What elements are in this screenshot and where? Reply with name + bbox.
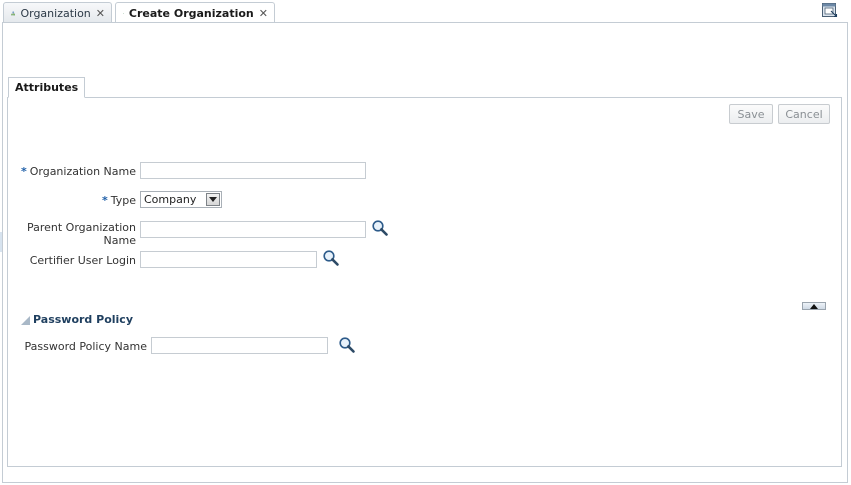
type-label: * Type <box>10 194 136 207</box>
parent-org-label-line1: Parent Organization <box>26 221 136 234</box>
magnifier-icon[interactable] <box>371 219 389 237</box>
password-policy-name-input[interactable] <box>151 337 328 354</box>
required-marker: * <box>101 194 108 207</box>
collapse-button[interactable] <box>802 302 826 310</box>
close-icon[interactable]: ✕ <box>96 7 105 20</box>
disclosure-triangle-icon[interactable] <box>20 315 30 325</box>
document-tab-bar: Organization ✕ Create Organization ✕ <box>0 0 851 24</box>
save-button[interactable]: Save <box>729 104 773 124</box>
triangle-up-icon <box>810 303 818 309</box>
password-policy-name-label: Password Policy Name <box>24 340 147 353</box>
type-select[interactable]: Company <box>140 191 222 208</box>
org-name-label: * Organization Name <box>10 165 136 178</box>
splitter-handle[interactable] <box>0 232 2 252</box>
required-marker: * <box>20 165 27 178</box>
parent-org-label-line2: Name <box>103 234 136 247</box>
close-icon[interactable]: ✕ <box>259 7 268 20</box>
type-select-value: Company <box>144 193 197 206</box>
organization-name-input[interactable] <box>140 162 366 179</box>
tab-organization-label: Organization <box>20 6 91 20</box>
password-policy-title: Password Policy <box>33 313 133 326</box>
magnifier-icon[interactable] <box>338 336 356 354</box>
parent-org-label: Parent Organization Name <box>10 221 136 247</box>
tab-attributes[interactable]: Attributes <box>8 77 86 98</box>
password-policy-header[interactable]: Password Policy <box>20 313 133 326</box>
tab-attributes-label: Attributes <box>15 81 79 94</box>
tab-organization[interactable]: Organization ✕ <box>3 2 112 23</box>
tab-create-organization-label: Create Organization <box>128 7 254 20</box>
type-label-text: Type <box>110 194 136 207</box>
tab-create-organization[interactable]: Create Organization ✕ <box>115 2 275 24</box>
attributes-panel <box>7 97 842 467</box>
certifier-label: Certifier User Login <box>29 254 136 267</box>
organization-icon <box>123 13 124 14</box>
org-name-label-text: Organization Name <box>29 165 136 178</box>
maximize-icon[interactable] <box>821 2 838 19</box>
cancel-button[interactable]: Cancel <box>778 104 830 124</box>
dropdown-arrow-icon[interactable] <box>206 193 220 206</box>
certifier-user-login-input[interactable] <box>140 251 317 268</box>
magnifier-icon[interactable] <box>322 249 340 267</box>
parent-organization-input[interactable] <box>140 221 366 238</box>
organization-icon <box>11 10 16 15</box>
